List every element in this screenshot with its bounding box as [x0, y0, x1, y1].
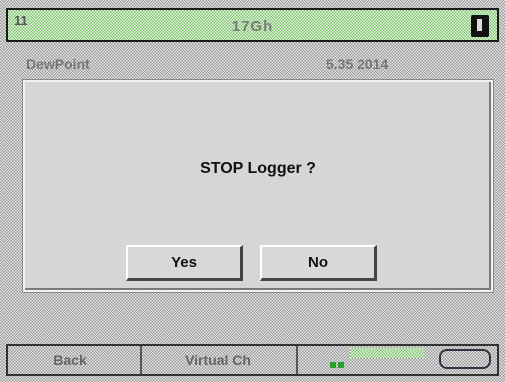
background-row: DewPoint 5.35 2014: [6, 56, 499, 72]
page-title: 17Gh: [231, 18, 274, 35]
back-button[interactable]: Back: [10, 348, 130, 372]
virtual-channel-button[interactable]: Virtual Ch: [148, 348, 288, 372]
header-bar: 11 17Gh: [6, 8, 499, 42]
row-right: 5.35 2014: [326, 56, 389, 72]
no-button[interactable]: No: [260, 245, 377, 281]
status-dot-icon: [338, 362, 344, 368]
info-button[interactable]: [439, 349, 491, 369]
lock-icon[interactable]: [471, 15, 489, 37]
alarm-status: [308, 348, 428, 372]
screen-background: 11 17Gh DewPoint 5.35 2014 STOP Logger ?…: [0, 0, 505, 382]
footer-bar: Back Virtual Ch: [6, 344, 499, 376]
footer-separator: [140, 346, 142, 374]
stop-logger-dialog: STOP Logger ? Yes No: [23, 80, 493, 292]
dialog-question: STOP Logger ?: [200, 160, 316, 177]
status-dot-icon: [330, 362, 336, 368]
row-left: DewPoint: [26, 56, 90, 72]
yes-button[interactable]: Yes: [126, 245, 243, 281]
footer-separator: [296, 346, 298, 374]
alarm-indicator: [350, 348, 424, 358]
